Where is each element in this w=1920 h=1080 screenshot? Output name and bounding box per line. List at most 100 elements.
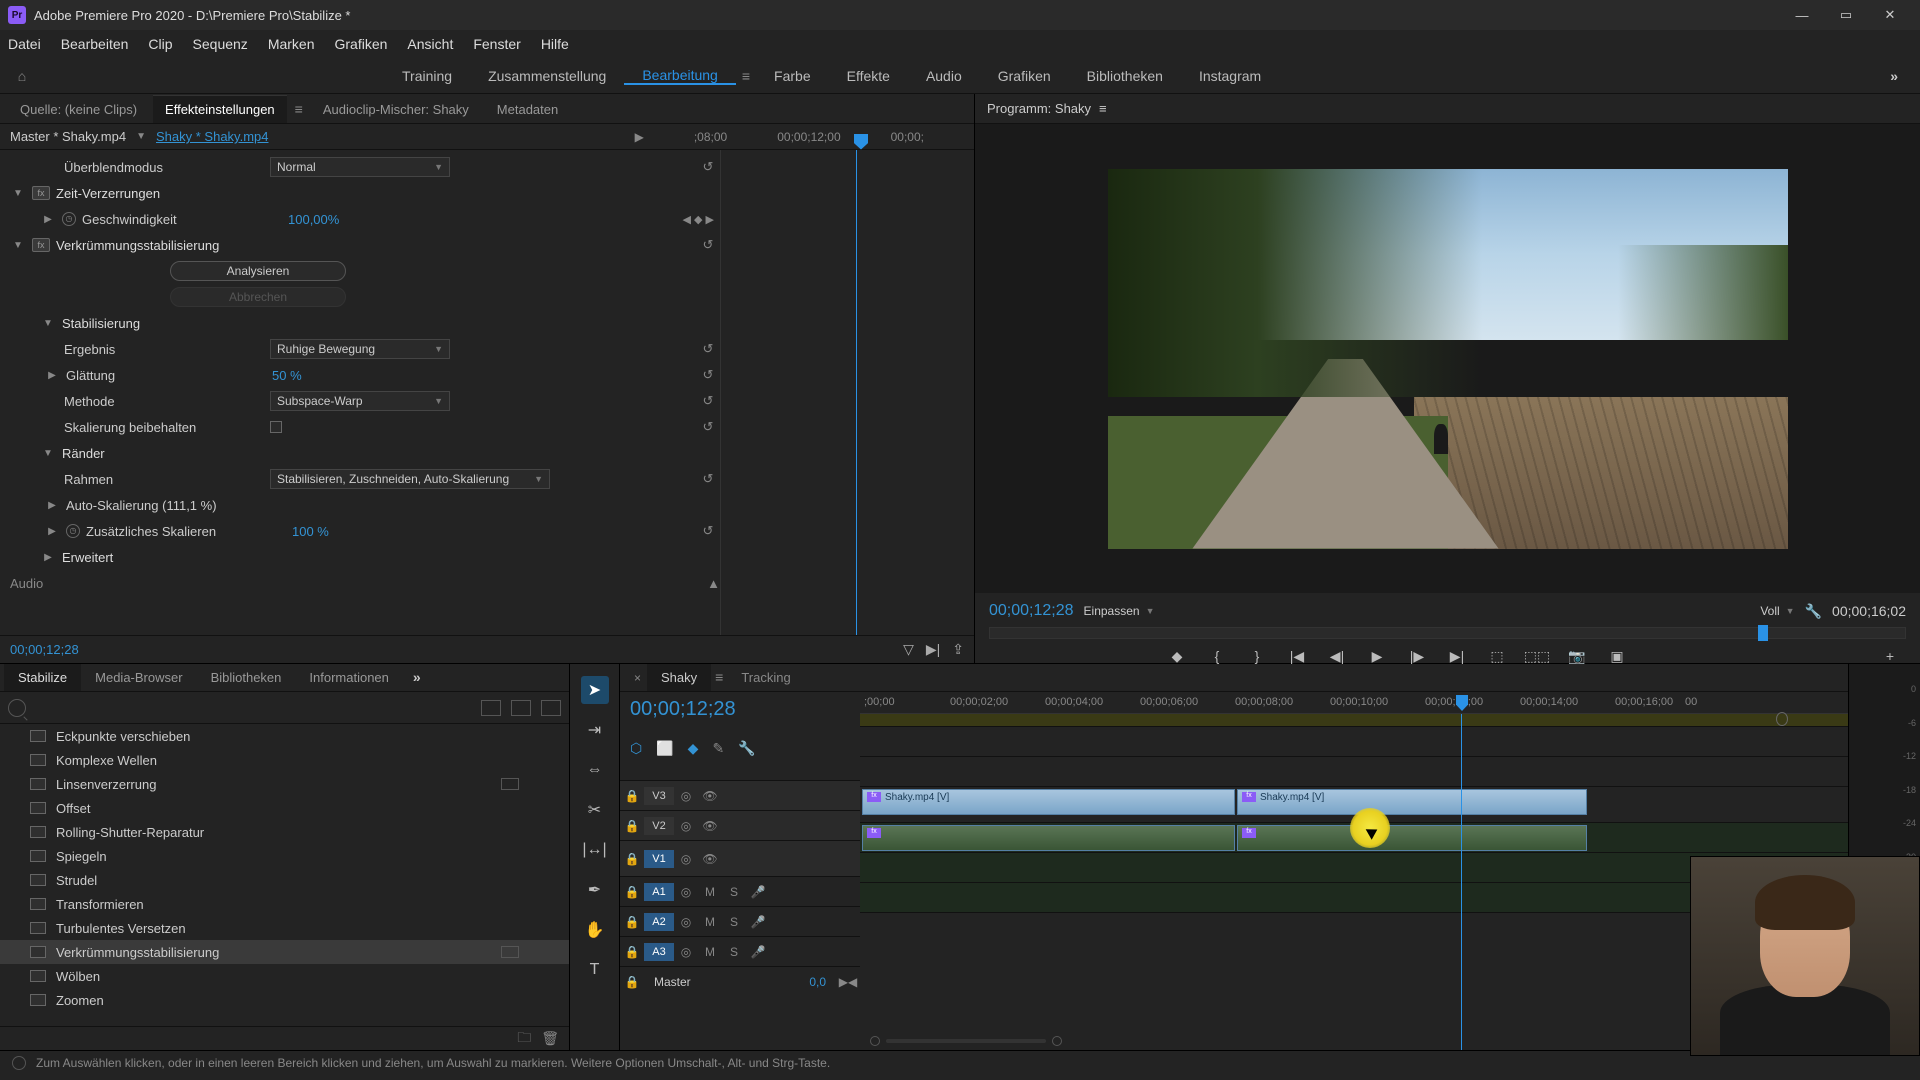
wrench-icon[interactable]: 🔧 [1805, 603, 1822, 620]
reset-icon[interactable]: ↺ [696, 159, 720, 175]
keyframe-nav[interactable]: ◀ ◆ ▶ [683, 213, 715, 226]
ws-effekte[interactable]: Effekte [829, 68, 908, 84]
toggle-output-icon[interactable]: 👁 [698, 852, 722, 866]
lock-icon[interactable]: 🔒 [620, 945, 644, 959]
tab-menu-icon[interactable]: ≡ [291, 95, 307, 123]
work-area-bar[interactable] [860, 714, 1848, 726]
effect-item[interactable]: Wölben [0, 964, 569, 988]
tab-info[interactable]: Informationen [295, 664, 403, 691]
fit-dropdown[interactable]: Einpassen▼ [1084, 604, 1155, 618]
play-icon[interactable]: ▶ [1365, 646, 1389, 666]
effect-item[interactable]: Spiegeln [0, 844, 569, 868]
seq-tab-shaky[interactable]: Shaky [647, 664, 711, 691]
export-icon[interactable]: ⇪ [952, 641, 964, 658]
seq-menu-icon[interactable]: ≡ [711, 663, 727, 691]
ripple-tool-icon[interactable]: ⇔ [581, 756, 609, 784]
video-clip[interactable]: fxShaky.mp4 [V] [1237, 789, 1587, 815]
timeline-ruler[interactable]: ;00;00 00;00;02;00 00;00;04;00 00;00;06;… [860, 692, 1848, 714]
framing-dropdown[interactable]: Stabilisieren, Zuschneiden, Auto-Skalier… [270, 469, 550, 489]
fx-badge-icon[interactable]: fx [32, 186, 50, 200]
filter-icon[interactable]: ▽ [903, 641, 914, 658]
snap-icon[interactable]: ⬡ [630, 740, 642, 757]
export-frame-icon[interactable]: 📷 [1565, 646, 1589, 666]
video-clip[interactable]: fxShaky.mp4 [V] [862, 789, 1235, 815]
lock-icon[interactable]: 🔒 [620, 852, 644, 866]
solo-icon[interactable]: S [722, 885, 746, 899]
add-marker-icon[interactable]: ◆ [688, 740, 699, 757]
reset-icon[interactable]: ↺ [696, 393, 720, 409]
menu-clip[interactable]: Clip [148, 36, 172, 52]
time-remap-section[interactable]: Zeit-Verzerrungen [56, 186, 256, 201]
step-back-icon[interactable]: ◀| [1325, 646, 1349, 666]
twirl-icon[interactable]: ▼ [40, 448, 56, 459]
minimize-button[interactable]: — [1780, 0, 1824, 30]
ws-bibliotheken[interactable]: Bibliotheken [1069, 68, 1181, 84]
stopwatch-icon[interactable]: ◷ [66, 524, 80, 538]
reset-icon[interactable]: ↺ [696, 471, 720, 487]
maximize-button[interactable]: ▭ [1824, 0, 1868, 30]
tab-media-browser[interactable]: Media-Browser [81, 664, 196, 691]
mute-icon[interactable]: M [698, 885, 722, 899]
seq-tab-tracking[interactable]: Tracking [727, 664, 804, 691]
home-icon[interactable]: ⌂ [0, 58, 44, 93]
trash-icon[interactable]: 🗑 [541, 1030, 559, 1047]
menu-bearbeiten[interactable]: Bearbeiten [61, 36, 129, 52]
ec-playhead[interactable] [854, 134, 868, 150]
zoom-out-icon[interactable] [870, 1036, 880, 1046]
reset-icon[interactable]: ↺ [696, 367, 720, 383]
track-label[interactable]: A3 [644, 943, 674, 961]
advanced-section[interactable]: Erweitert [62, 550, 262, 565]
lock-icon[interactable]: 🔒 [620, 789, 644, 803]
menu-grafiken[interactable]: Grafiken [335, 36, 388, 52]
menu-fenster[interactable]: Fenster [473, 36, 520, 52]
sync-lock-icon[interactable]: ◎ [674, 789, 698, 803]
mark-in-icon[interactable]: { [1205, 646, 1229, 666]
twirl-icon[interactable]: ▼ [10, 240, 26, 251]
menu-hilfe[interactable]: Hilfe [541, 36, 569, 52]
lift-icon[interactable]: ⬚ [1485, 646, 1509, 666]
lock-icon[interactable]: 🔒 [620, 975, 644, 989]
voice-icon[interactable]: 🎤 [746, 915, 770, 929]
mute-icon[interactable]: M [698, 915, 722, 929]
expand-icon[interactable]: ▶◀ [836, 975, 860, 989]
twirl-icon[interactable]: ▶ [44, 370, 60, 381]
preset-bin-icon[interactable] [541, 700, 561, 716]
ws-zusammenstellung[interactable]: Zusammenstellung [470, 68, 624, 84]
stabilization-section[interactable]: Stabilisierung [62, 316, 262, 331]
edges-section[interactable]: Ränder [62, 446, 262, 461]
reset-icon[interactable]: ↺ [696, 237, 720, 253]
ws-training[interactable]: Training [384, 68, 470, 84]
warp-stab-section[interactable]: Verkrümmungsstabilisierung [56, 238, 256, 253]
sync-lock-icon[interactable]: ◎ [674, 915, 698, 929]
goto-out-icon[interactable]: ▶| [1445, 646, 1469, 666]
collapse-icon[interactable]: ▲ [707, 576, 720, 591]
voice-icon[interactable]: 🎤 [746, 885, 770, 899]
track-label[interactable]: A2 [644, 913, 674, 931]
audio-clip[interactable]: fx [862, 825, 1235, 851]
program-viewport[interactable] [1108, 169, 1788, 549]
master-value[interactable]: 0,0 [809, 975, 826, 989]
speed-value[interactable]: 100,00% [288, 212, 468, 227]
reset-icon[interactable]: ↺ [696, 419, 720, 435]
type-tool-icon[interactable]: T [581, 956, 609, 984]
audio-section[interactable]: Audio [10, 576, 43, 591]
tab-libraries[interactable]: Bibliotheken [197, 664, 296, 691]
ec-clip-link[interactable]: Shaky * Shaky.mp4 [156, 129, 268, 144]
quality-dropdown[interactable]: Voll▼ [1760, 604, 1794, 618]
track-label[interactable]: A1 [644, 883, 674, 901]
effect-item[interactable]: Offset [0, 796, 569, 820]
close-button[interactable]: ✕ [1868, 0, 1912, 30]
effect-item[interactable]: Linsenverzerrung [0, 772, 569, 796]
hand-tool-icon[interactable]: ✋ [581, 916, 609, 944]
program-scrubber[interactable] [989, 627, 1906, 639]
mute-icon[interactable]: M [698, 945, 722, 959]
analyze-button[interactable]: Analysieren [170, 261, 346, 281]
ec-timecode[interactable]: 00;00;12;28 [10, 642, 79, 657]
audio-clip[interactable]: fx [1237, 825, 1587, 851]
ws-bearbeitung[interactable]: Bearbeitung [624, 67, 736, 85]
extract-icon[interactable]: ⬚⬚ [1525, 646, 1549, 666]
timeline-timecode[interactable]: 00;00;12;28 [620, 692, 860, 734]
menu-marken[interactable]: Marken [268, 36, 315, 52]
menu-sequenz[interactable]: Sequenz [193, 36, 248, 52]
track-label[interactable]: V1 [644, 850, 674, 868]
